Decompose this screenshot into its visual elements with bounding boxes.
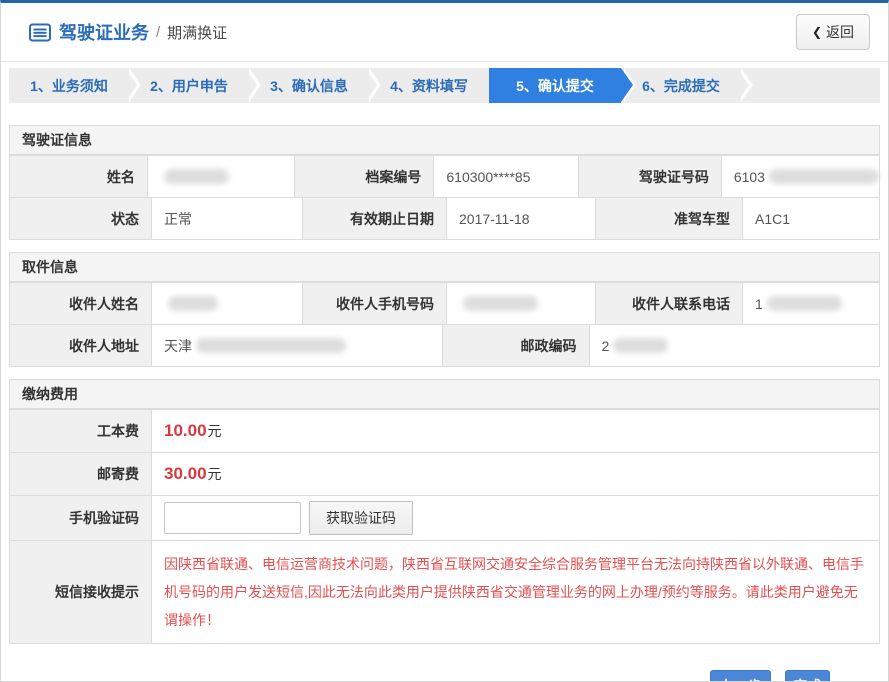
step-5-confirm-submit-active[interactable]: 5、确认提交 xyxy=(489,68,621,103)
postal-code-label: 邮政编码 xyxy=(443,325,590,366)
sms-notice-value: 因陕西省联通、电信运营商技术问题，陕西省互联网交通安全综合服务管理平台无法向持陕… xyxy=(152,541,879,643)
back-button-label: 返回 xyxy=(826,22,854,42)
vehicle-class-value: A1C1 xyxy=(743,198,879,239)
license-row-2: 状态 正常 有效期止日期 2017-11-18 准驾车型 A1C1 xyxy=(10,197,879,239)
sms-code-field-area: 获取验证码 xyxy=(152,496,879,540)
get-sms-code-button[interactable]: 获取验证码 xyxy=(309,501,413,535)
breadcrumb-current: 期满换证 xyxy=(167,22,227,43)
license-business-icon xyxy=(29,23,51,42)
recipient-address-value-text: 天津 xyxy=(164,336,192,356)
postage-fee-row: 邮寄费 30.00 元 xyxy=(10,452,879,495)
recipient-mobile-value xyxy=(447,283,596,324)
valid-until-label: 有效期止日期 xyxy=(303,198,447,239)
recipient-name-label: 收件人姓名 xyxy=(10,283,152,324)
breadcrumb-separator: / xyxy=(156,24,160,41)
name-label: 姓名 xyxy=(10,156,148,197)
step-3-label: 3、确认信息 xyxy=(270,76,348,96)
step-2-label: 2、用户申告 xyxy=(150,76,228,96)
production-fee-value: 10.00 元 xyxy=(152,410,879,452)
footer-actions: 上一步 完成 xyxy=(1,670,830,682)
recipient-mobile-label: 收件人手机号码 xyxy=(303,283,447,324)
license-info-title: 驾驶证信息 xyxy=(10,126,879,155)
production-fee-label: 工本费 xyxy=(10,410,152,452)
status-label: 状态 xyxy=(10,198,152,239)
postal-code-value-text: 2 xyxy=(602,338,610,354)
sms-notice-text: 因陕西省联通、电信运营商技术问题，陕西省互联网交通安全综合服务管理平台无法向持陕… xyxy=(152,541,879,643)
page-title: 驾驶证业务 xyxy=(59,19,149,45)
recipient-mobile-redacted-blur xyxy=(463,296,538,311)
pickup-row-2: 收件人地址 天津 邮政编码 2 xyxy=(10,324,879,366)
vehicle-class-label: 准驾车型 xyxy=(596,198,743,239)
page-header: 驾驶证业务 / 期满换证 ❮ 返回 xyxy=(1,3,888,62)
step-2-user-declaration[interactable]: 2、用户申告 xyxy=(129,68,249,103)
back-button[interactable]: ❮ 返回 xyxy=(796,14,870,50)
step-1-business-notice[interactable]: 1、业务须知 xyxy=(9,68,129,103)
recipient-address-redacted-blur xyxy=(196,338,346,353)
step-3-confirm-info[interactable]: 3、确认信息 xyxy=(249,68,369,103)
recipient-phone-value: 1 xyxy=(743,283,879,324)
recipient-address-label: 收件人地址 xyxy=(10,325,152,366)
status-value-text: 正常 xyxy=(164,209,192,229)
step-6-label: 6、完成提交 xyxy=(642,76,720,96)
license-info-section: 驾驶证信息 姓名 档案编号 610300****85 驾驶证号码 6103 状态… xyxy=(9,125,880,240)
postage-fee-unit: 元 xyxy=(208,464,222,484)
fees-title: 缴纳费用 xyxy=(10,380,879,409)
sms-code-input[interactable] xyxy=(164,502,301,534)
valid-until-value: 2017-11-18 xyxy=(447,198,596,239)
postage-fee-amount: 30.00 xyxy=(164,464,207,484)
page: 驾驶证业务 / 期满换证 ❮ 返回 1、业务须知 2、用户申告 3、确认信息 4… xyxy=(0,0,889,682)
recipient-phone-redacted-blur xyxy=(767,296,842,311)
recipient-phone-label: 收件人联系电话 xyxy=(596,283,743,324)
sms-notice-row: 短信接收提示 因陕西省联通、电信运营商技术问题，陕西省互联网交通安全综合服务管理… xyxy=(10,540,879,643)
pickup-info-title: 取件信息 xyxy=(10,253,879,282)
license-no-label: 驾驶证号码 xyxy=(579,156,722,197)
step-nav: 1、业务须知 2、用户申告 3、确认信息 4、资料填写 5、确认提交 6、完成提… xyxy=(9,68,880,103)
fees-section: 缴纳费用 工本费 10.00 元 邮寄费 30.00 元 手机验证码 获取验证码… xyxy=(9,379,880,644)
file-no-label: 档案编号 xyxy=(295,156,435,197)
production-fee-row: 工本费 10.00 元 xyxy=(10,409,879,452)
valid-until-value-text: 2017-11-18 xyxy=(459,211,530,227)
recipient-name-value xyxy=(152,283,303,324)
name-redacted-blur xyxy=(164,169,229,184)
production-fee-unit: 元 xyxy=(208,421,222,441)
pickup-row-1: 收件人姓名 收件人手机号码 收件人联系电话 1 xyxy=(10,282,879,324)
name-value xyxy=(148,156,295,197)
status-value: 正常 xyxy=(152,198,303,239)
recipient-address-value: 天津 xyxy=(152,325,443,366)
license-no-redacted-blur xyxy=(769,169,879,184)
postage-fee-value: 30.00 元 xyxy=(152,453,879,495)
postal-code-value: 2 xyxy=(590,325,880,366)
license-row-1: 姓名 档案编号 610300****85 驾驶证号码 6103 xyxy=(10,155,879,197)
sms-code-label: 手机验证码 xyxy=(10,496,152,540)
step-1-label: 1、业务须知 xyxy=(30,76,108,96)
license-no-value: 6103 xyxy=(722,156,879,197)
previous-step-button[interactable]: 上一步 xyxy=(710,670,771,682)
recipient-phone-value-text: 1 xyxy=(755,296,763,312)
file-no-value-text: 610300****85 xyxy=(446,169,530,185)
postal-code-redacted-blur xyxy=(613,338,668,353)
step-5-label: 5、确认提交 xyxy=(516,76,594,96)
recipient-name-redacted-blur xyxy=(168,296,218,311)
file-no-value: 610300****85 xyxy=(434,156,579,197)
production-fee-amount: 10.00 xyxy=(164,421,207,441)
step-4-label: 4、资料填写 xyxy=(390,76,468,96)
license-no-value-text: 6103 xyxy=(734,169,765,185)
sms-notice-label: 短信接收提示 xyxy=(10,541,152,643)
step-nav-filler xyxy=(741,68,880,103)
pickup-info-section: 取件信息 收件人姓名 收件人手机号码 收件人联系电话 1 收件人地址 天津 xyxy=(9,252,880,367)
step-4-fill-data[interactable]: 4、资料填写 xyxy=(369,68,489,103)
step-6-finish-submit[interactable]: 6、完成提交 xyxy=(621,68,741,103)
finish-button[interactable]: 完成 xyxy=(785,670,830,682)
vehicle-class-value-text: A1C1 xyxy=(755,211,790,227)
sms-code-row: 手机验证码 获取验证码 xyxy=(10,495,879,540)
back-chevron-icon: ❮ xyxy=(812,25,822,39)
postage-fee-label: 邮寄费 xyxy=(10,453,152,495)
